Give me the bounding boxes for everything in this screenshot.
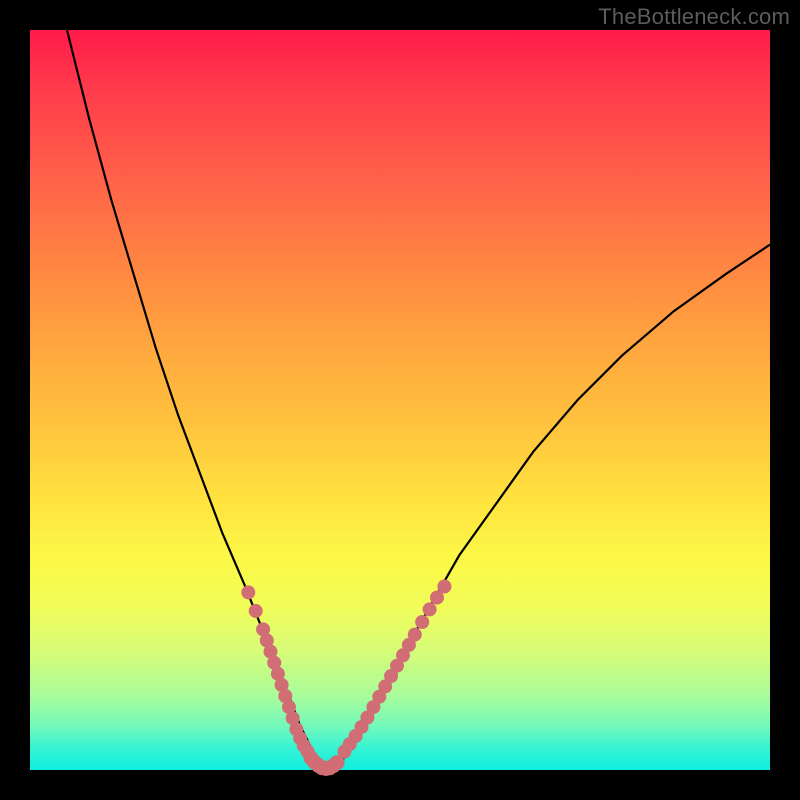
highlight-dot: [423, 602, 437, 616]
highlight-dot: [437, 580, 451, 594]
plot-area: [30, 30, 770, 770]
highlight-dot: [249, 604, 263, 618]
watermark-text: TheBottleneck.com: [598, 4, 790, 30]
highlight-dots: [241, 580, 451, 777]
highlight-dot: [408, 628, 422, 642]
bottleneck-curve-line: [67, 30, 770, 770]
curve-svg: [30, 30, 770, 770]
highlight-dot: [415, 615, 429, 629]
highlight-dot: [330, 755, 345, 770]
chart-frame: TheBottleneck.com: [0, 0, 800, 800]
highlight-dot: [241, 585, 255, 599]
